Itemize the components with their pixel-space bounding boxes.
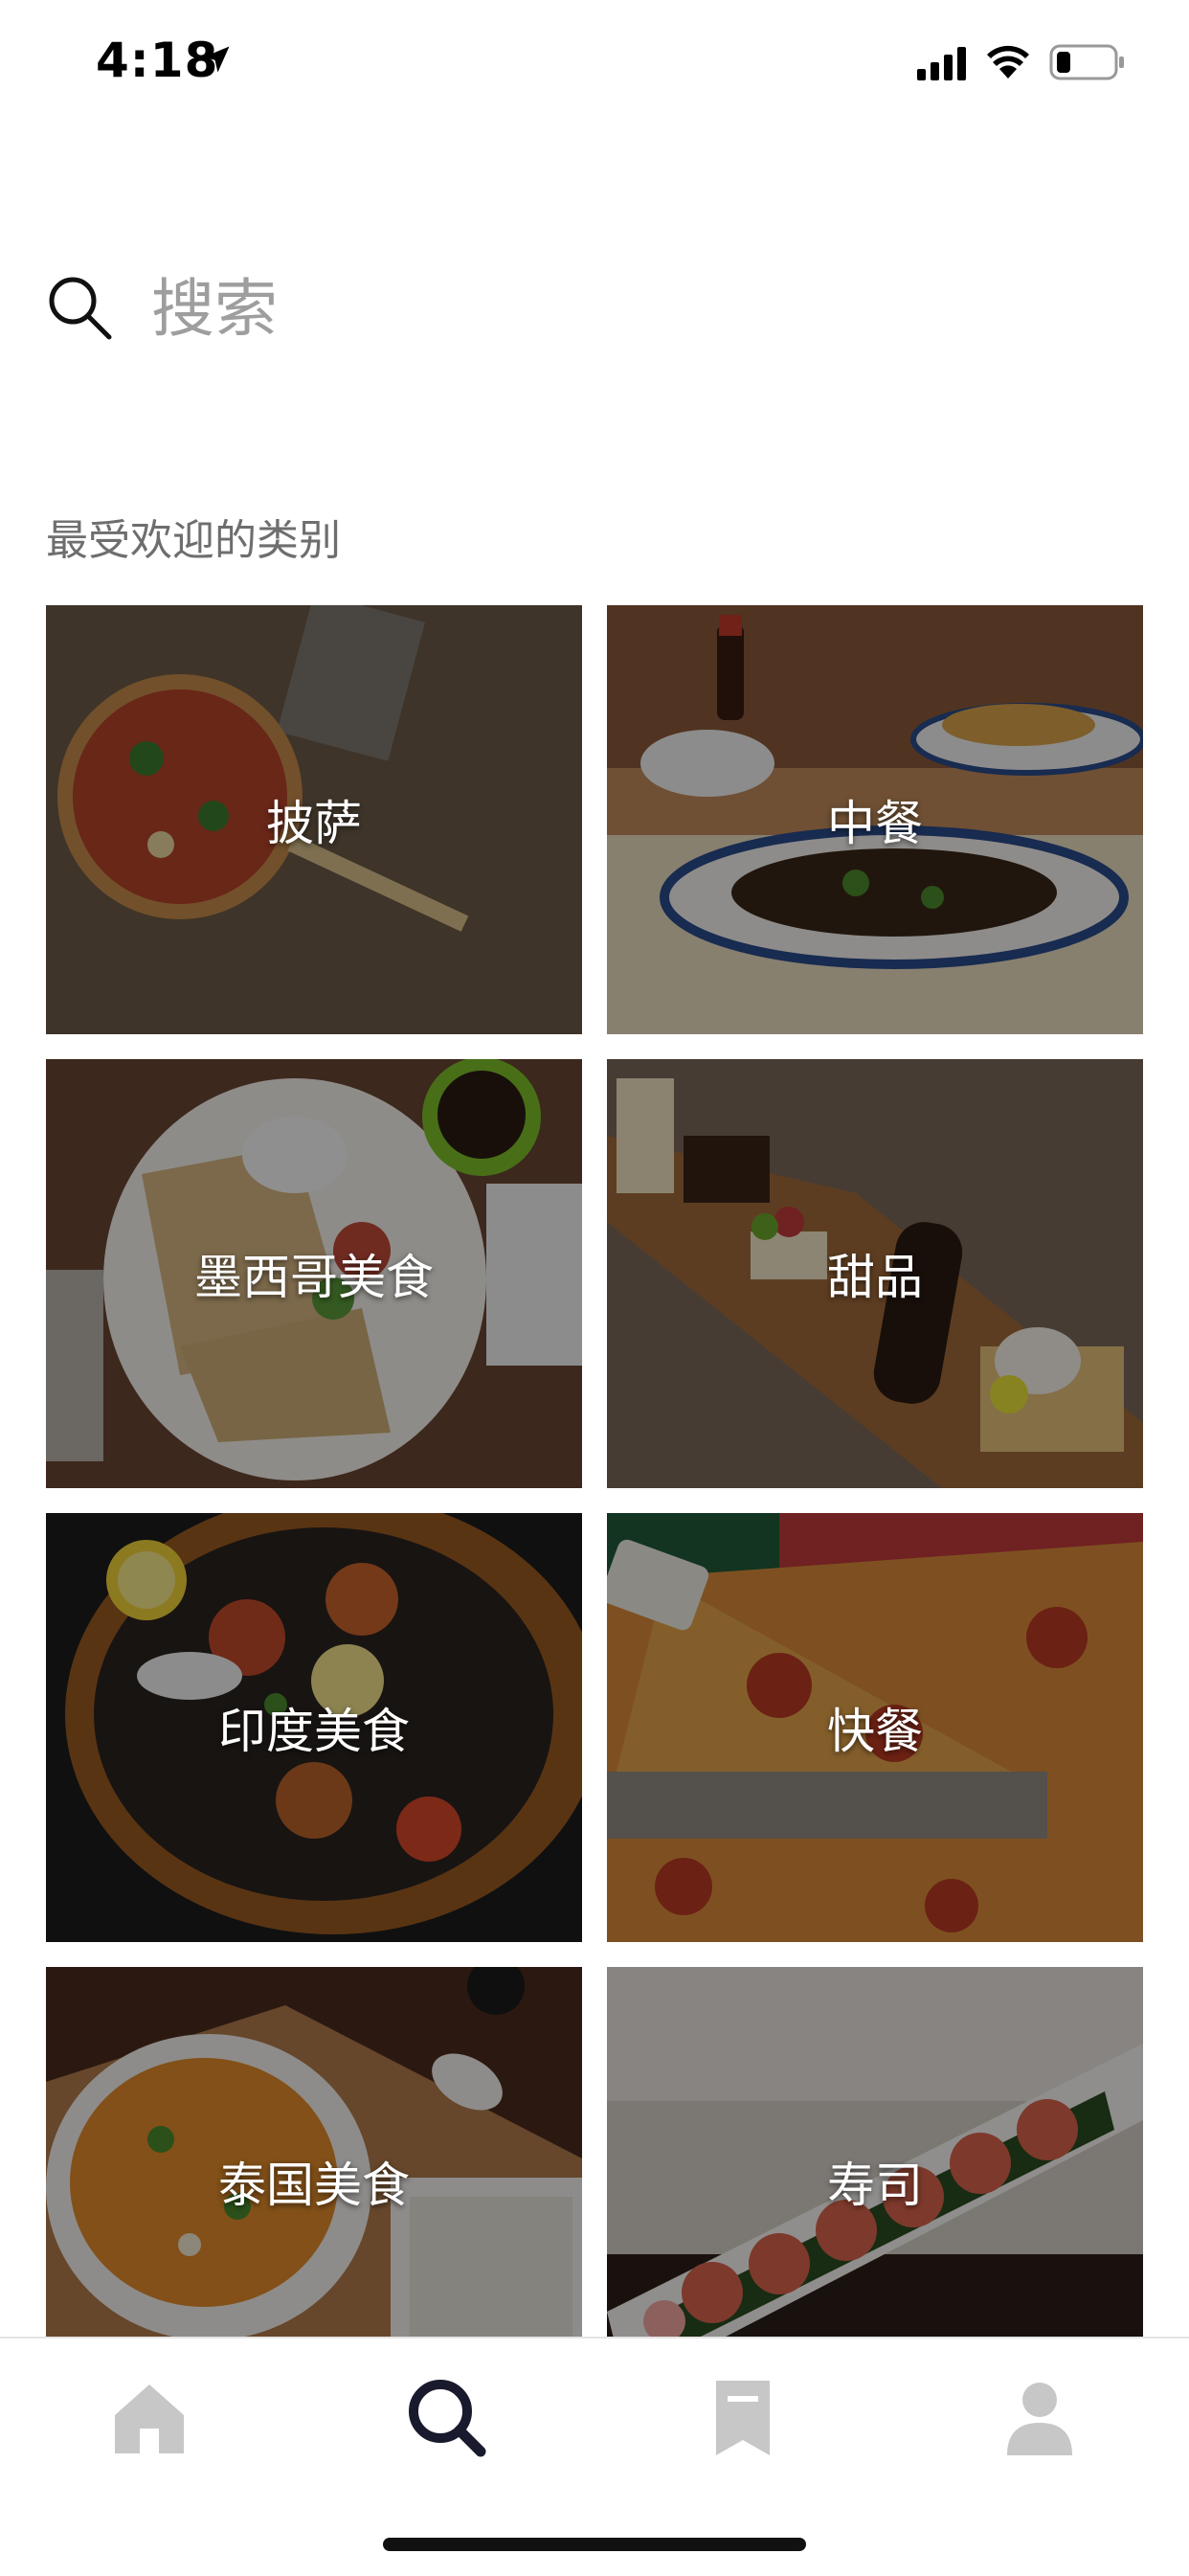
search-bar[interactable] xyxy=(46,268,1143,349)
status-bar: 4:18 xyxy=(0,0,1189,134)
category-tile-mexican[interactable]: 墨西哥美食 xyxy=(46,1059,582,1488)
category-label: 甜品 xyxy=(827,1250,923,1305)
category-tile-dessert[interactable]: 甜品 xyxy=(607,1059,1143,1488)
location-arrow-icon xyxy=(203,46,230,73)
receipt-icon xyxy=(716,2381,770,2455)
home-indicator xyxy=(383,2538,806,2551)
category-tile-fast-food[interactable]: 快餐 xyxy=(607,1513,1143,1942)
category-label: 寿司 xyxy=(827,2158,923,2213)
category-grid: 披萨 中餐 墨西哥美食 甜品 印度美食 快餐 泰国美食 寿司 xyxy=(46,605,1143,2339)
category-tile-thai[interactable]: 泰国美食 xyxy=(46,1967,582,2339)
wifi-icon xyxy=(987,45,1029,79)
person-icon xyxy=(1007,2383,1072,2455)
tab-search[interactable] xyxy=(398,2369,494,2465)
category-label: 泰国美食 xyxy=(218,2158,410,2213)
battery-icon xyxy=(1049,44,1124,80)
search-icon xyxy=(409,2380,486,2457)
tab-orders[interactable] xyxy=(695,2369,791,2465)
section-title: 最受欢迎的类别 xyxy=(46,516,341,565)
search-icon xyxy=(49,277,112,340)
category-label: 快餐 xyxy=(827,1704,923,1759)
tab-home[interactable] xyxy=(101,2369,197,2465)
category-tile-chinese[interactable]: 中餐 xyxy=(607,605,1143,1034)
home-icon xyxy=(115,2384,184,2453)
category-label: 中餐 xyxy=(827,796,923,851)
category-tile-pizza[interactable]: 披萨 xyxy=(46,605,582,1034)
tab-account[interactable] xyxy=(992,2369,1088,2465)
search-input[interactable] xyxy=(151,268,1013,349)
cellular-signal-icon xyxy=(917,47,966,80)
category-label: 披萨 xyxy=(266,796,362,851)
category-tile-indian[interactable]: 印度美食 xyxy=(46,1513,582,1942)
category-label: 印度美食 xyxy=(218,1704,410,1759)
category-label: 墨西哥美食 xyxy=(194,1250,434,1305)
category-tile-sushi[interactable]: 寿司 xyxy=(607,1967,1143,2339)
